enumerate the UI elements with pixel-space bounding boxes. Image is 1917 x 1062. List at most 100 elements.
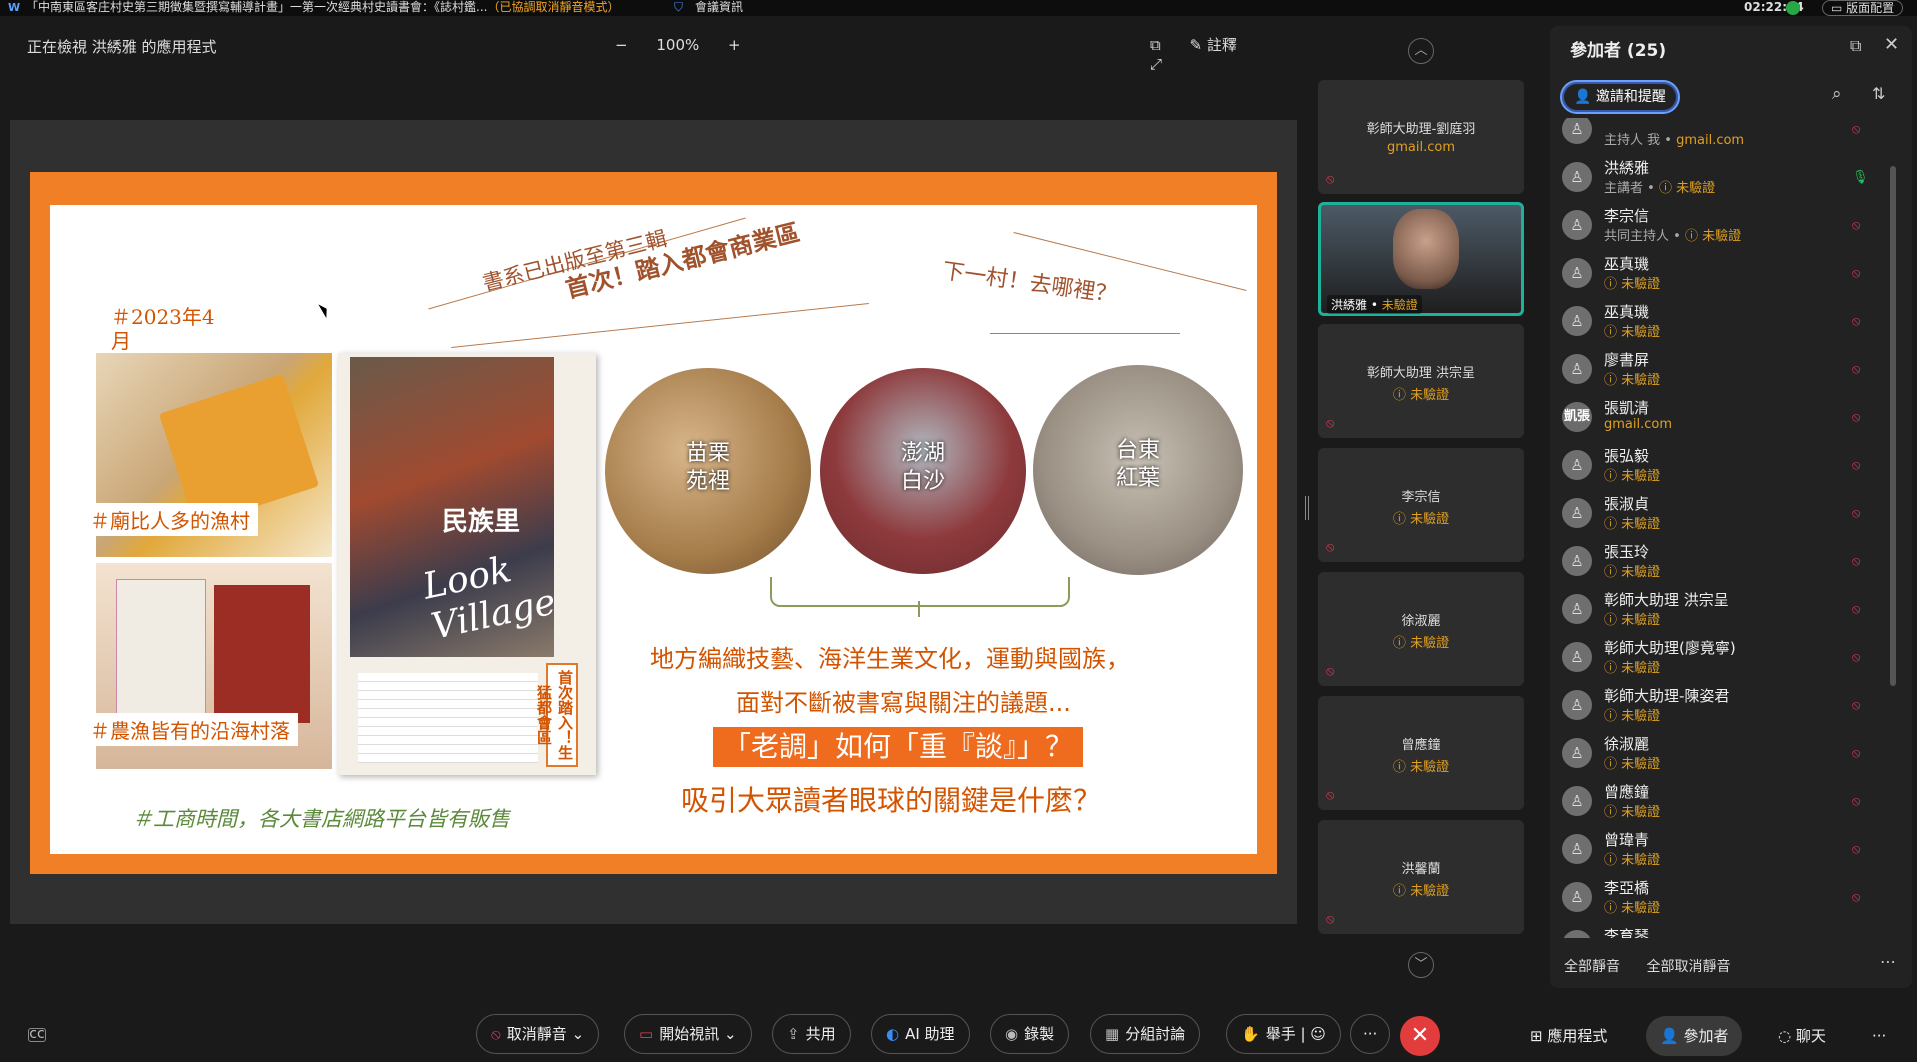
video-off-icon: ▭ (639, 1025, 654, 1043)
participant-row[interactable]: ♙ 巫真璣 ⓘ 未驗證 ⦸ (1550, 252, 1890, 300)
zoom-controls: − 100% + (603, 36, 753, 54)
more-button[interactable]: ··· (1350, 1014, 1391, 1054)
participant-row[interactable]: ♙ 廖書屏 ⓘ 未驗證 ⦸ (1550, 348, 1890, 396)
mic-muted-icon[interactable]: ⦸ (1852, 842, 1860, 857)
scroll-up-icon[interactable]: ︿ (1408, 38, 1434, 64)
unmute-button[interactable]: ⦸ 取消靜音 ⌄ (476, 1014, 600, 1054)
video-tile[interactable]: 徐淑麗 ⓘ 未驗證 ⦸ (1318, 572, 1524, 686)
resize-handle[interactable] (1305, 496, 1309, 520)
leave-meeting-button[interactable]: ✕ (1400, 1016, 1440, 1056)
mic-muted-icon[interactable]: ⦸ (1852, 890, 1860, 905)
photo-book-hand: ＃廟比人多的漁村 (82, 353, 332, 557)
participant-name: 張凱清 (1604, 399, 1650, 417)
participant-row[interactable]: ♙ 巫真璣 ⓘ 未驗證 ⦸ (1550, 300, 1890, 348)
meeting-info-button[interactable]: ⛉ 會議資訊 (674, 0, 743, 15)
unverified-icon: ⓘ (1604, 757, 1622, 772)
mic-on-icon[interactable]: 🎙 (1852, 170, 1869, 185)
participant-status: ⓘ 未驗證 (1604, 805, 1661, 820)
shield-icon: ⛉ (674, 0, 684, 14)
mic-muted-icon: ⦸ (1326, 416, 1335, 431)
mic-muted-icon[interactable]: ⦸ (1852, 650, 1860, 665)
participant-status: ⓘ 未驗證 (1604, 517, 1661, 532)
mute-all-button[interactable]: 全部靜音 (1564, 959, 1620, 975)
video-tile[interactable]: 洪馨蘭 ⓘ 未驗證 ⦸ (1318, 820, 1524, 934)
participant-row[interactable]: ♙ 李宗信 共同主持人 • ⓘ 未驗證 ⦸ (1550, 204, 1890, 252)
scroll-down-icon[interactable]: ﹀ (1408, 952, 1434, 978)
mic-muted-icon[interactable]: ⦸ (1852, 314, 1860, 329)
popout-icon[interactable]: ⧉ (1850, 36, 1861, 56)
unverified-icon: ⓘ (1604, 613, 1622, 628)
video-tile[interactable]: 李宗信 ⓘ 未驗證 ⦸ (1318, 448, 1524, 562)
ai-assistant-button[interactable]: ◐ AI 助理 (871, 1014, 970, 1054)
mic-muted-icon[interactable]: ⦸ (1852, 602, 1860, 617)
zoom-out-button[interactable]: − (615, 36, 628, 54)
participant-row[interactable]: ♙ 彰師大助理(廖竟寧) ⓘ 未驗證 ⦸ (1550, 636, 1890, 684)
chat-button[interactable]: ◌ 聊天 (1764, 1016, 1840, 1056)
participant-name: 曾應鐘 (1604, 783, 1650, 801)
participant-name: 曾瑋青 (1604, 831, 1650, 849)
participant-row[interactable]: ♙ 彰師大助理-陳姿君 ⓘ 未驗證 ⦸ (1550, 684, 1890, 732)
video-tile[interactable]: 曾應鐘 ⓘ 未驗證 ⦸ (1318, 696, 1524, 810)
mic-muted-icon[interactable]: ⦸ (1852, 122, 1860, 137)
mic-muted-icon[interactable]: ⦸ (1852, 794, 1860, 809)
book-text-lines (358, 673, 538, 763)
mic-muted-icon[interactable]: ⦸ (1852, 218, 1860, 233)
circle-label: 台東 紅葉 (1115, 438, 1160, 491)
record-button[interactable]: ◉ 錄製 (990, 1014, 1070, 1054)
mic-muted-icon[interactable]: ⦸ (1852, 410, 1860, 425)
fullscreen-icon[interactable]: ⤢ (1150, 55, 1162, 73)
apps-button[interactable]: ⊞ 應用程式 (1516, 1016, 1621, 1056)
unverified-icon: ⓘ (1604, 661, 1622, 676)
participants-button[interactable]: 👤 參加者 (1646, 1016, 1743, 1056)
sort-icon[interactable]: ⇅ (1872, 84, 1885, 103)
participant-row[interactable]: ♙ 張淑貞 ⓘ 未驗證 ⦸ (1550, 492, 1890, 540)
viewer-tools: ⧉ ✎ 註釋 ⤢ (1150, 34, 1320, 73)
window-title-bar: W 「中南東區客庄村史第三期徵集暨撰寫輔導計畫」一第一次經典村史讀書會：《誌村鑑… (0, 0, 1917, 16)
participant-row[interactable]: ♙ 曾應鐘 ⓘ 未驗證 ⦸ (1550, 780, 1890, 828)
annotate-button[interactable]: ✎ 註釋 (1190, 36, 1261, 54)
participant-row[interactable]: ♙ 主持人 我 • gmail.com ⦸ (1550, 118, 1890, 156)
participant-row[interactable]: ♙李育琴⦸ (1550, 924, 1890, 938)
mic-muted-icon[interactable]: ⦸ (1852, 698, 1860, 713)
layout-button[interactable]: ▭ 版面配置 (1822, 0, 1904, 16)
participant-row[interactable]: ♙ 張弘毅 ⓘ 未驗證 ⦸ (1550, 444, 1890, 492)
video-tile[interactable]: 彰師大助理-劉庭羽 gmail.com ⦸ (1318, 80, 1524, 194)
tile-name: 曾應鐘 (1401, 738, 1441, 753)
participant-row[interactable]: ♙ 曾瑋青 ⓘ 未驗證 ⦸ (1550, 828, 1890, 876)
more-options-button[interactable]: ··· (1858, 1016, 1900, 1056)
mic-muted-icon[interactable]: ⦸ (1852, 746, 1860, 761)
participant-row[interactable]: 凱張 張凱清 gmail.com ⦸ (1550, 396, 1890, 444)
close-icon[interactable]: ✕ (1884, 34, 1899, 55)
search-icon[interactable]: ⌕ (1832, 84, 1842, 104)
invite-button[interactable]: 👤 邀請和提醒 (1560, 80, 1680, 114)
remote-control-icon[interactable]: ⧉ (1150, 36, 1161, 54)
slide-canvas: 書系已出版至第三輯 首次！踏入都會商業區 下一村！去哪裡？ ＃2023年4月 ＃… (50, 205, 1257, 854)
participant-row[interactable]: ♙ 洪綉雅 主講者 • ⓘ 未驗證 🎙 (1550, 156, 1890, 204)
participant-video (1393, 209, 1459, 289)
video-tile-active[interactable]: 洪綉雅 • 未驗證 (1318, 202, 1524, 316)
video-tile[interactable]: 彰師大助理 洪宗呈 ⓘ 未驗證 ⦸ (1318, 324, 1524, 438)
avatar: ♙ (1562, 882, 1592, 912)
participant-row[interactable]: ♙ 彰師大助理 洪宗呈 ⓘ 未驗證 ⦸ (1550, 588, 1890, 636)
scrollbar[interactable] (1890, 166, 1896, 686)
participant-status: ⓘ 未驗證 (1604, 613, 1661, 628)
share-button[interactable]: ⇪ 共用 (772, 1014, 851, 1054)
mic-muted-icon: ⦸ (1326, 912, 1335, 927)
start-video-button[interactable]: ▭ 開始視訊 ⌄ (624, 1014, 752, 1054)
unverified-icon: ⓘ (1604, 565, 1622, 580)
breakout-button[interactable]: ▦ 分組討論 (1090, 1014, 1201, 1054)
zoom-in-button[interactable]: + (728, 36, 741, 54)
mic-muted-icon[interactable]: ⦸ (1852, 362, 1860, 377)
raise-hand-button[interactable]: ✋ 舉手 | ☺ (1226, 1014, 1341, 1054)
unmute-all-button[interactable]: 全部取消靜音 (1646, 959, 1730, 975)
more-options-icon[interactable]: ⋯ (1880, 952, 1896, 971)
mic-muted-icon[interactable]: ⦸ (1852, 458, 1860, 473)
participant-row[interactable]: ♙ 李亞橋 ⓘ 未驗證 ⦸ (1550, 876, 1890, 924)
mic-muted-icon[interactable]: ⦸ (1852, 554, 1860, 569)
participant-status: gmail.com (1604, 417, 1673, 432)
participant-row[interactable]: ♙ 徐淑麗 ⓘ 未驗證 ⦸ (1550, 732, 1890, 780)
participant-row[interactable]: ♙ 張玉玲 ⓘ 未驗證 ⦸ (1550, 540, 1890, 588)
mic-muted-icon[interactable]: ⦸ (1852, 266, 1860, 281)
mic-muted-icon[interactable]: ⦸ (1852, 506, 1860, 521)
captions-icon[interactable]: cc (28, 1027, 46, 1042)
